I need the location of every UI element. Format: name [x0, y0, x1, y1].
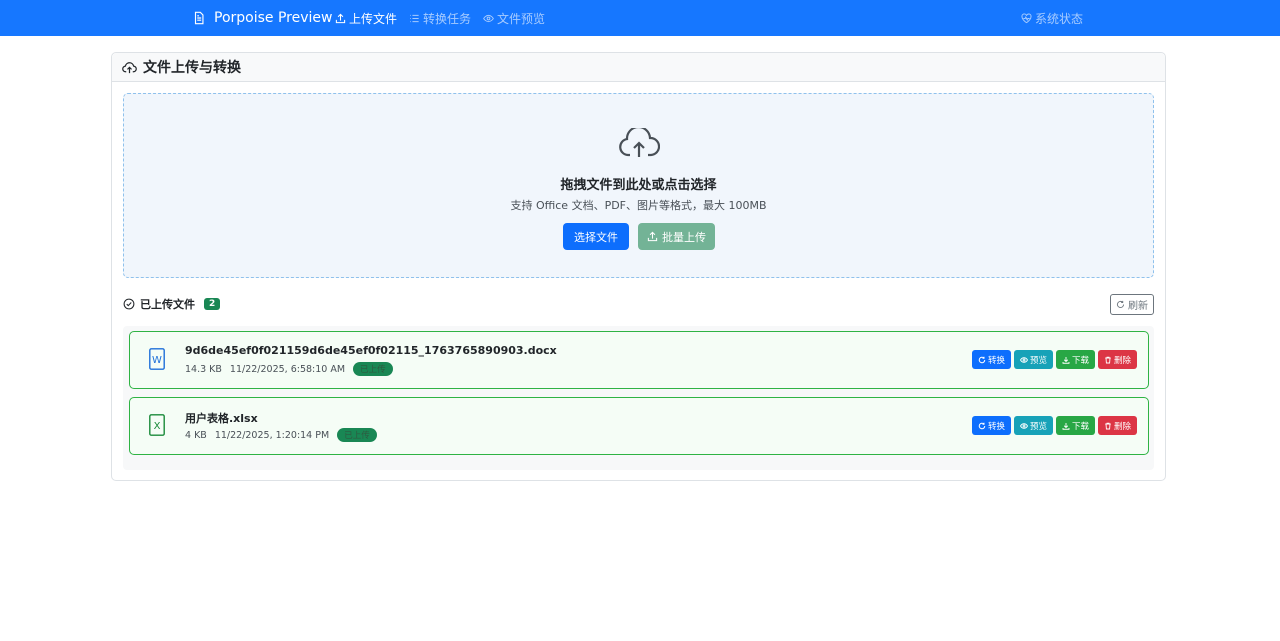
file-status-badge: 已上传 — [353, 362, 393, 376]
dropzone-title: 拖拽文件到此处或点击选择 — [560, 178, 717, 193]
preview-button[interactable]: 预览 — [1013, 416, 1053, 435]
upload-card: 文件上传与转换 拖拽文件到此处或点击选择 支持 Office 文档、PDF、图片… — [111, 52, 1166, 481]
download-label: 下载 — [1071, 355, 1089, 366]
delete-button[interactable]: 删除 — [1097, 350, 1137, 369]
file-list: W 9d6de45ef0f021159d6de45ef0f02115_17637… — [123, 326, 1154, 470]
nav-link-preview[interactable]: 文件预览 — [483, 10, 545, 27]
file-meta: 4 KB 11/22/2025, 1:20:14 PM 已上传 — [185, 428, 377, 442]
document-icon — [194, 11, 204, 25]
word-file-icon: W — [149, 348, 165, 370]
excel-file-icon: X — [149, 414, 165, 436]
file-actions: 转换 预览 下载 删除 — [971, 416, 1137, 435]
file-type-letter: W — [152, 355, 162, 366]
brand[interactable]: Porpoise Preview — [192, 0, 332, 36]
upload-icon — [335, 13, 346, 23]
file-count-badge: 2 — [204, 298, 221, 310]
card-header: 文件上传与转换 — [112, 53, 1165, 82]
download-label: 下载 — [1071, 421, 1089, 432]
trash-icon — [1105, 356, 1111, 363]
file-item[interactable]: W 9d6de45ef0f021159d6de45ef0f02115_17637… — [129, 331, 1149, 389]
refresh-button[interactable]: 刷新 — [1110, 294, 1154, 315]
preview-label: 预览 — [1029, 421, 1047, 432]
eye-icon — [483, 14, 494, 22]
file-type-letter: X — [154, 421, 161, 432]
file-actions: 转换 预览 下载 删除 — [971, 350, 1137, 369]
system-status-link[interactable]: 系统状态 — [1021, 0, 1083, 36]
batch-upload-label: 批量上传 — [662, 231, 706, 244]
refresh-icon — [1116, 300, 1125, 308]
delete-label: 删除 — [1113, 355, 1131, 366]
eye-icon — [1019, 422, 1028, 429]
list-icon — [410, 14, 419, 22]
upload-icon — [647, 231, 658, 242]
uploaded-files-header: 已上传文件 2 — [123, 296, 221, 312]
refresh-icon — [978, 356, 986, 363]
convert-label: 转换 — [987, 421, 1005, 432]
cloud-upload-icon — [122, 61, 137, 73]
cloud-upload-icon — [619, 128, 660, 157]
file-name: 用户表格.xlsx — [185, 412, 258, 425]
uploaded-files-title: 已上传文件 — [140, 298, 195, 311]
file-status-badge: 已上传 — [337, 428, 377, 442]
delete-button[interactable]: 删除 — [1097, 416, 1137, 435]
eye-icon — [1019, 356, 1028, 363]
download-icon — [1062, 422, 1070, 430]
dropzone[interactable]: 拖拽文件到此处或点击选择 支持 Office 文档、PDF、图片等格式，最大 1… — [123, 93, 1154, 278]
file-time: 11/22/2025, 6:58:10 AM — [229, 363, 346, 375]
nav-links: 上传文件 转换任务 文件预览 — [335, 0, 545, 36]
nav-link-tasks-label: 转换任务 — [423, 11, 472, 26]
select-file-button[interactable]: 选择文件 — [563, 223, 629, 250]
trash-icon — [1105, 422, 1111, 429]
convert-button[interactable]: 转换 — [971, 416, 1011, 435]
brand-name: Porpoise Preview — [214, 10, 333, 26]
download-button[interactable]: 下载 — [1055, 416, 1095, 435]
file-meta: 14.3 KB 11/22/2025, 6:58:10 AM 已上传 — [185, 362, 393, 376]
heart-pulse-icon — [1021, 13, 1032, 23]
nav-link-upload-label: 上传文件 — [349, 11, 398, 26]
file-time: 11/22/2025, 1:20:14 PM — [214, 429, 330, 441]
refresh-icon — [978, 422, 986, 429]
file-item[interactable]: X 用户表格.xlsx 4 KB 11/22/2025, 1:20:14 PM … — [129, 397, 1149, 455]
batch-upload-button[interactable]: 批量上传 — [638, 223, 715, 250]
file-size: 14.3 KB — [185, 363, 222, 375]
file-name: 9d6de45ef0f021159d6de45ef0f02115_1763765… — [185, 344, 557, 357]
download-button[interactable]: 下载 — [1055, 350, 1095, 369]
delete-label: 删除 — [1113, 421, 1131, 432]
dropzone-subtitle: 支持 Office 文档、PDF、图片等格式，最大 100MB — [510, 199, 767, 212]
nav-link-upload[interactable]: 上传文件 — [335, 10, 397, 27]
system-status-label: 系统状态 — [1035, 11, 1084, 26]
nav-link-preview-label: 文件预览 — [497, 11, 546, 26]
file-size: 4 KB — [185, 429, 207, 441]
preview-label: 预览 — [1029, 355, 1047, 366]
nav-link-tasks[interactable]: 转换任务 — [409, 10, 471, 27]
convert-button[interactable]: 转换 — [971, 350, 1011, 369]
check-circle-icon — [123, 298, 135, 310]
download-icon — [1062, 356, 1070, 364]
top-navbar: Porpoise Preview 上传文件 转换任务 文件预览 系统状态 — [0, 0, 1280, 36]
preview-button[interactable]: 预览 — [1013, 350, 1053, 369]
card-title: 文件上传与转换 — [143, 60, 241, 76]
refresh-label: 刷新 — [1128, 301, 1148, 312]
convert-label: 转换 — [987, 355, 1005, 366]
